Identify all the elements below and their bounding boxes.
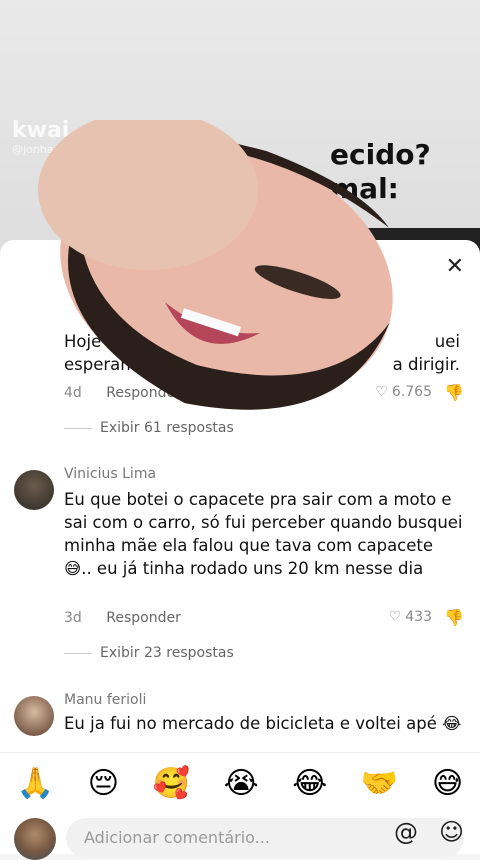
video-caption-line2: mal: bbox=[330, 172, 399, 205]
comment-input-row: Adicionar comentário... @ ☺ bbox=[0, 814, 480, 860]
heart-icon: ♡ bbox=[375, 384, 388, 400]
close-icon[interactable]: ✕ bbox=[446, 254, 464, 279]
comment-text: Eu que botei o capacete pra sair com a m… bbox=[64, 490, 463, 578]
heart-icon: ♡ bbox=[388, 609, 402, 625]
comment-text-line1: Hoje bbox=[64, 332, 102, 351]
emoji-joy[interactable]: 😂 bbox=[292, 769, 327, 799]
like-button[interactable]: ♡ 433 bbox=[389, 609, 432, 625]
view-replies-label: Exibir 61 respostas bbox=[100, 420, 234, 436]
watermark-logo: kwai bbox=[12, 118, 70, 143]
comment-username[interactable]: Vinicius Lima bbox=[64, 466, 156, 482]
like-button[interactable]: ♡ 6.765 bbox=[375, 384, 432, 400]
reply-button[interactable]: Responder bbox=[106, 610, 181, 626]
comment-text: Eu ja fui no mercado de bicicleta e volt… bbox=[64, 714, 462, 733]
comment-text-tail2: a dirigir. bbox=[392, 355, 460, 374]
mention-icon[interactable]: @ bbox=[394, 818, 418, 846]
view-replies-label: Exibir 23 respostas bbox=[100, 645, 234, 661]
comment-username[interactable]: Manu ferioli bbox=[64, 692, 146, 708]
comment-age: 3d bbox=[64, 610, 82, 626]
comment-text-tail1: uei bbox=[434, 332, 460, 351]
comment-age: 4d bbox=[64, 385, 82, 401]
emoji-pray[interactable]: 🙏 bbox=[17, 769, 54, 799]
emoji-handshake[interactable]: 🤝 bbox=[361, 769, 398, 799]
comment-input-placeholder: Adicionar comentário... bbox=[84, 828, 270, 847]
like-count: 433 bbox=[405, 609, 432, 625]
reply-button[interactable]: Responder bbox=[106, 385, 181, 401]
watermark-username: @jonhan bbox=[12, 143, 61, 156]
comment-meta: 4d Responder bbox=[64, 385, 181, 401]
comment-meta: 3d Responder bbox=[64, 610, 181, 626]
view-replies-button[interactable]: Exibir 61 respostas bbox=[64, 420, 234, 436]
emoji-quick-bar: 🙏 😔 🥰 😭 😂 🤝 😅 bbox=[0, 752, 480, 815]
avatar[interactable] bbox=[14, 696, 54, 736]
avatar[interactable] bbox=[14, 470, 54, 510]
emoji-pensive[interactable]: 😔 bbox=[88, 769, 119, 799]
divider bbox=[64, 427, 92, 429]
emoji-sweat-smile[interactable]: 😅 bbox=[432, 769, 463, 799]
kwai-watermark: kwai @jonhan bbox=[12, 118, 69, 156]
emoji-crying[interactable]: 😭 bbox=[224, 769, 259, 799]
comment-text: Hoje uei esperando kkkk a dirigir. bbox=[64, 330, 464, 376]
like-count: 6.765 bbox=[391, 384, 432, 400]
video-caption-line1: ecido? bbox=[330, 138, 431, 171]
emoji-smiling-hearts[interactable]: 🥰 bbox=[153, 769, 190, 799]
divider bbox=[64, 652, 92, 654]
dislike-icon[interactable]: 👎 bbox=[444, 608, 464, 627]
dislike-icon[interactable]: 👎 bbox=[444, 383, 464, 402]
video-caption: ecido? mal: bbox=[330, 138, 431, 206]
view-replies-button[interactable]: Exibir 23 respostas bbox=[64, 645, 234, 661]
emoji-picker-icon[interactable]: ☺ bbox=[439, 818, 464, 846]
comment-text-line2: esperando kkkk bbox=[64, 355, 195, 374]
